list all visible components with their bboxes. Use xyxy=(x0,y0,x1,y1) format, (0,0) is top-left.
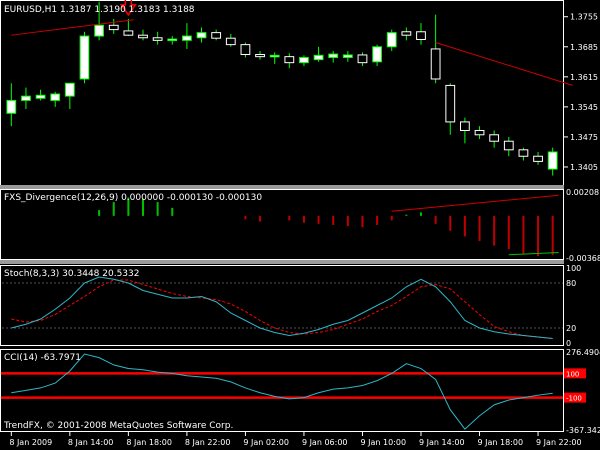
time-axis: 8 Jan 2009 8 Jan 14:00 8 Jan 18:00 8 Jan 22… xyxy=(9,432,582,447)
candlestick-series xyxy=(6,0,573,176)
copyright-text: TrendFX, © 2001-2008 MetaQuotes Software… xyxy=(3,421,233,431)
time-tick-label: 9 Jan 02:00 xyxy=(243,438,289,447)
cci-line xyxy=(11,353,553,430)
candle-bull xyxy=(50,93,61,101)
cci-level-badge-label: -100 xyxy=(566,395,582,403)
stoch-tick-label: 100 xyxy=(566,264,581,273)
candle-bull xyxy=(313,54,324,61)
price-tick-label: 1.3545 xyxy=(570,103,598,112)
candle-bear xyxy=(460,121,470,131)
trading-chart-window: 1.3755 1.3685 1.3615 1.3545 1.3475 1.3405 0.00… xyxy=(0,0,600,450)
separator-bar[interactable] xyxy=(0,260,564,264)
time-tick-label: 9 Jan 22:00 xyxy=(536,438,582,447)
main-title: EURUSD,H1 1.3187 1.3190 1.3183 1.3188 xyxy=(4,5,195,15)
candle-bull xyxy=(21,95,31,101)
stoch-tick-label: 20 xyxy=(566,324,576,333)
price-tick-label: 1.3405 xyxy=(570,163,598,172)
cci-series xyxy=(1,353,563,430)
candle-bear xyxy=(445,84,456,123)
chart-canvas[interactable]: 1.3755 1.3685 1.3615 1.3545 1.3475 1.3405 0.00… xyxy=(0,0,600,450)
candle-bull xyxy=(79,35,90,80)
time-tick-label: 9 Jan 06:00 xyxy=(302,438,348,447)
candle-bull xyxy=(182,35,192,41)
candle-bear xyxy=(401,31,412,36)
price-tick-label: 1.3755 xyxy=(570,13,598,22)
candle-bull xyxy=(6,99,17,114)
candle-bear xyxy=(211,32,222,39)
trendline xyxy=(435,42,573,86)
stoch-signal-line xyxy=(11,279,553,339)
candle-bull xyxy=(299,57,309,64)
candle-bull xyxy=(328,53,339,59)
stochastic-series xyxy=(11,276,553,339)
time-tick-label: 8 Jan 18:00 xyxy=(126,438,172,447)
candle-bear xyxy=(518,149,529,157)
fxs-histogram xyxy=(98,194,559,256)
candle-bear xyxy=(108,24,119,31)
time-tick-label: 8 Jan 22:00 xyxy=(185,438,231,447)
fxs-tick-label: -0.00368 xyxy=(566,254,600,263)
candle-bull xyxy=(547,151,558,170)
time-tick-label: 9 Jan 18:00 xyxy=(478,438,524,447)
stoch-label: Stoch(8,3,3) 30.3448 20.5332 xyxy=(4,269,139,279)
candle-bull xyxy=(35,94,46,99)
grid-lines xyxy=(2,282,563,329)
price-tick-label: 1.3615 xyxy=(570,73,598,82)
time-tick-label: 8 Jan 14:00 xyxy=(68,438,114,447)
cci-label: CCI(14) -63.7971 xyxy=(4,353,81,363)
candle-bull xyxy=(372,46,382,63)
fxs-signal-line xyxy=(391,194,559,212)
candle-bear xyxy=(489,134,500,142)
candle-bear xyxy=(416,31,426,40)
candle-bear xyxy=(430,48,441,80)
candle-bear xyxy=(255,54,265,58)
separator-bar[interactable] xyxy=(0,185,564,189)
cci-tick-label: 276.4904 xyxy=(566,348,600,357)
candle-bull xyxy=(269,54,280,58)
candle-bear xyxy=(123,30,134,36)
candle-bear xyxy=(533,155,543,162)
cci-level-badge-label: 100 xyxy=(566,370,579,378)
candle-bear xyxy=(357,54,368,64)
fxs-signal-line xyxy=(508,252,559,256)
stoch-main-line xyxy=(11,276,553,339)
stoch-tick-label: 0 xyxy=(566,339,571,348)
candle-bull xyxy=(386,32,397,48)
candle-bear xyxy=(152,37,163,41)
candle-bull xyxy=(196,32,207,39)
price-tick-label: 1.3475 xyxy=(570,133,598,142)
main-panel-frame xyxy=(0,0,564,186)
cci-tick-label: -367.342 xyxy=(566,426,600,435)
candle-bull xyxy=(167,38,178,42)
fxs-label: FXS_Divergence(12,26,9) 0.000000 -0.0001… xyxy=(4,193,262,203)
candle-bull xyxy=(342,54,353,59)
price-tick-label: 1.3685 xyxy=(570,43,598,52)
candle-bear xyxy=(225,37,236,46)
time-tick-label: 9 Jan 14:00 xyxy=(419,438,465,447)
candle-bear xyxy=(240,44,251,56)
candle-bear xyxy=(284,56,295,64)
stoch-tick-label: 80 xyxy=(566,279,576,288)
candle-bear xyxy=(503,140,514,151)
time-tick-label: 9 Jan 10:00 xyxy=(360,438,406,447)
candle-bull xyxy=(94,24,104,37)
candle-bear xyxy=(474,129,485,136)
candle-bear xyxy=(138,34,148,39)
candle-bull xyxy=(64,82,75,97)
fxs-tick-label: 0.002081 xyxy=(566,188,600,197)
price-axis: 1.3755 1.3685 1.3615 1.3545 1.3475 1.3405 0.00… xyxy=(564,13,600,435)
cci-panel-frame xyxy=(0,349,564,432)
time-tick-label: 8 Jan 2009 xyxy=(9,438,52,447)
